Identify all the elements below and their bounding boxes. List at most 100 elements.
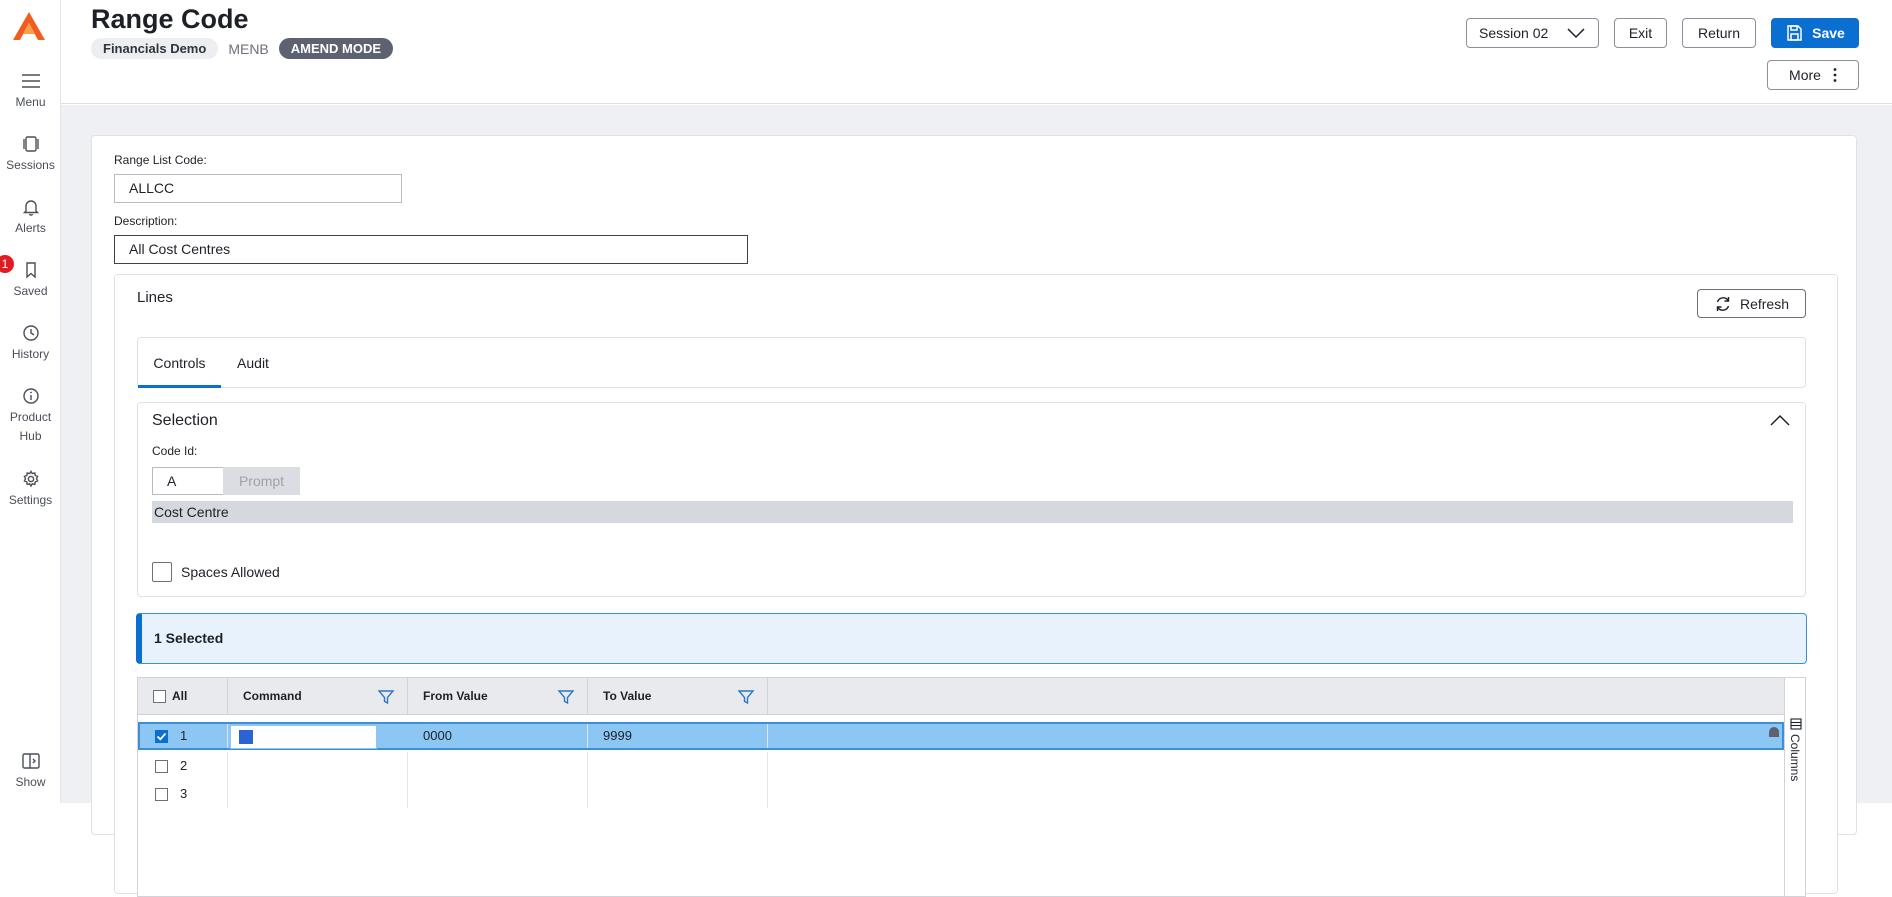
refresh-button-label: Refresh <box>1739 295 1790 312</box>
code-id-label: Code Id: <box>152 444 198 458</box>
page-title: Range Code <box>91 4 249 34</box>
command-input[interactable] <box>230 725 377 749</box>
rail-item-alerts[interactable]: Alerts <box>0 198 61 238</box>
chevron-down-icon <box>1567 28 1585 39</box>
spaces-allowed-checkbox[interactable] <box>152 562 172 582</box>
row-select-cell[interactable]: 3 <box>138 780 228 808</box>
lines-tabs: Controls Audit <box>137 337 1806 388</box>
table-row[interactable]: 3 <box>138 780 1784 808</box>
from-value-cell[interactable] <box>408 780 588 808</box>
header-from-value[interactable]: From Value <box>408 678 588 715</box>
row-number: 3 <box>180 786 188 801</box>
filter-icon[interactable] <box>557 688 575 706</box>
row-number: 1 <box>180 728 188 743</box>
info-icon <box>22 388 39 404</box>
content-area: Range List Code: ALLCC Description: All … <box>61 105 1892 897</box>
prompt-button[interactable]: Prompt <box>223 467 300 495</box>
exit-button[interactable]: Exit <box>1614 18 1667 48</box>
tab-audit[interactable]: Audit <box>221 338 285 388</box>
more-button[interactable]: More <box>1767 60 1859 90</box>
hamburger-icon <box>21 74 40 88</box>
sessions-icon <box>22 136 39 152</box>
lines-title: Lines <box>137 289 173 306</box>
rail-item-sessions[interactable]: Sessions <box>0 135 61 175</box>
rail-item-history[interactable]: History <box>0 324 61 364</box>
chevron-up-icon[interactable] <box>1769 413 1791 427</box>
rail-item-settings[interactable]: Settings <box>0 470 61 510</box>
return-button[interactable]: Return <box>1682 18 1756 48</box>
to-value-cell[interactable] <box>588 752 768 780</box>
session-dropdown-label: Session 02 <box>1479 25 1549 41</box>
bell-icon <box>22 200 39 216</box>
check-icon <box>156 732 167 741</box>
header-to-value[interactable]: To Value <box>588 678 768 715</box>
row-checkbox[interactable] <box>155 730 168 743</box>
app-logo-icon[interactable] <box>11 10 47 42</box>
code-id-input[interactable]: A <box>152 467 224 495</box>
description-label: Description: <box>114 214 178 228</box>
refresh-button[interactable]: Refresh <box>1697 289 1806 318</box>
to-value-cell[interactable]: 9999 <box>588 724 768 748</box>
rail-label: Alerts <box>15 221 46 235</box>
save-button[interactable]: Save <box>1771 18 1859 48</box>
selection-title: Selection <box>152 412 218 429</box>
description-input[interactable]: All Cost Centres <box>114 235 748 264</box>
columns-side-panel[interactable]: Columns <box>1784 678 1805 896</box>
mode-badge: AMEND MODE <box>278 38 394 59</box>
header-tags: Financials Demo MENB AMEND MODE <box>91 38 394 59</box>
row-number: 2 <box>180 758 188 773</box>
kebab-menu-icon <box>1833 68 1837 82</box>
header-to-value-label: To Value <box>603 689 652 703</box>
selection-section: Selection Code Id: A Prompt Cost Centre … <box>137 402 1806 597</box>
from-value-cell[interactable]: 0000 <box>408 724 588 748</box>
table-row[interactable]: 2 <box>138 752 1784 780</box>
rail-label: Sessions <box>6 158 55 172</box>
grid-header: All Command From Value To Value <box>138 678 1784 715</box>
bookmark-icon <box>25 262 36 279</box>
row-checkbox[interactable] <box>155 788 168 801</box>
columns-icon <box>1790 718 1802 730</box>
rail-label: Settings <box>8 493 53 507</box>
cursor-marker <box>239 730 253 744</box>
select-all-checkbox[interactable] <box>153 690 166 703</box>
filter-icon[interactable] <box>737 688 755 706</box>
header-select-all[interactable]: All <box>138 678 228 715</box>
panel-toggle-icon <box>21 753 40 769</box>
module-code: MENB <box>228 40 269 57</box>
more-button-label: More <box>1789 67 1821 83</box>
rail-label: Menu <box>15 95 46 109</box>
from-value-cell[interactable] <box>408 752 588 780</box>
row-select-cell[interactable]: 1 <box>140 724 228 748</box>
columns-panel-label: Columns <box>1788 734 1802 782</box>
rail-item-show[interactable]: Show <box>0 752 61 792</box>
refresh-icon <box>1716 296 1730 311</box>
rail-item-product-hub[interactable]: Product Hub <box>0 387 61 446</box>
scroll-handle-icon[interactable] <box>1768 726 1780 738</box>
command-cell[interactable] <box>228 752 408 780</box>
filter-icon[interactable] <box>377 688 395 706</box>
select-all-label: All <box>172 689 188 703</box>
clock-icon <box>22 325 39 341</box>
spaces-allowed-label: Spaces Allowed <box>181 564 280 580</box>
range-list-code-input[interactable]: ALLCC <box>114 174 402 203</box>
to-value-cell[interactable] <box>588 780 768 808</box>
save-icon <box>1787 25 1802 41</box>
header-command[interactable]: Command <box>228 678 408 715</box>
rail-item-menu[interactable]: Menu <box>0 72 61 112</box>
rail-label: Product <box>9 410 52 424</box>
selected-count-banner: 1 Selected <box>136 613 1807 664</box>
saved-count-badge: 1 <box>0 255 14 273</box>
row-checkbox[interactable] <box>155 760 168 773</box>
page-header: Range Code Financials Demo MENB AMEND MO… <box>61 0 1892 104</box>
table-row[interactable]: 1 0000 9999 <box>138 722 1784 750</box>
command-cell[interactable] <box>228 780 408 808</box>
lines-panel: Lines Refresh Controls Audit Selection C… <box>114 274 1838 897</box>
code-description: Cost Centre <box>152 501 1793 523</box>
rail-item-saved[interactable]: 1 Saved <box>0 255 61 301</box>
tab-controls[interactable]: Controls <box>138 338 221 388</box>
row-select-cell[interactable]: 2 <box>138 752 228 780</box>
header-from-value-label: From Value <box>423 689 488 703</box>
lines-grid: All Command From Value To Value 1 0000 9… <box>137 677 1806 897</box>
form-card: Range List Code: ALLCC Description: All … <box>91 135 1857 897</box>
session-dropdown[interactable]: Session 02 <box>1466 18 1599 48</box>
